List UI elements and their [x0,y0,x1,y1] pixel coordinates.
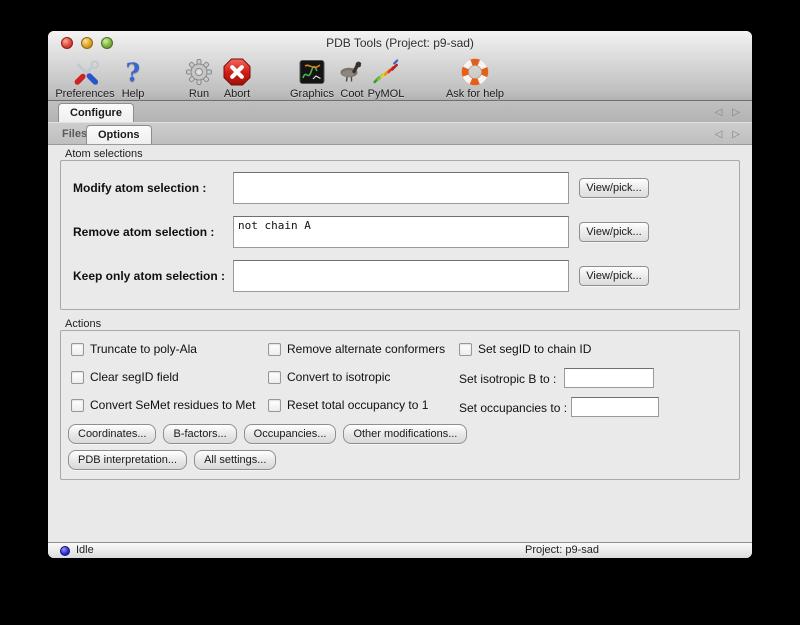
convert-semet-checkbox[interactable] [71,399,84,412]
window-title: PDB Tools (Project: p9-sad) [48,36,752,50]
actions-group-label: Actions [65,318,101,330]
set-occupancies-label: Set occupancies to : [459,401,567,415]
toolbar-item-label: Ask for help [446,88,504,100]
pdb-interpretation-button[interactable]: PDB interpretation... [68,450,187,470]
preferences-tools-icon [70,56,100,87]
toolbar-item-label: Help [122,88,145,100]
checkbox-row: Convert SeMet residues to Met [71,398,255,412]
status-bar: Idle Project: p9-sad [48,542,752,558]
toolbar-item-label: Abort [224,88,250,100]
next-tab-arrow-icon[interactable]: ▷ [732,129,740,140]
keep-only-atom-selection-label: Keep only atom selection : [73,269,225,283]
keep-only-view-pick-button[interactable]: View/pick... [579,266,649,286]
tab-options[interactable]: Options [86,125,152,144]
checkbox-label: Truncate to poly-Ala [90,342,197,356]
remove-atom-selection-input[interactable]: not chain A [233,216,569,248]
tab-configure[interactable]: Configure [58,103,134,122]
options-tab-panel: Atom selections Modify atom selection : … [48,145,752,542]
atom-selections-group: Modify atom selection : View/pick... Rem… [60,160,740,310]
checkbox-label: Convert SeMet residues to Met [90,398,255,412]
pymol-button[interactable]: PyMOL [368,56,405,100]
modify-atom-selection-label: Modify atom selection : [73,181,206,195]
modify-view-pick-button[interactable]: View/pick... [579,178,649,198]
set-isotropic-b-input[interactable] [564,368,654,388]
other-modifications-button[interactable]: Other modifications... [343,424,467,444]
convert-to-isotropic-checkbox[interactable] [268,371,281,384]
checkbox-row: Reset total occupancy to 1 [268,398,428,412]
help-button[interactable]: ? Help [122,56,145,100]
help-question-icon: ? [126,56,141,87]
run-gear-icon [184,56,214,87]
all-settings-button[interactable]: All settings... [194,450,276,470]
reset-total-occupancy-checkbox[interactable] [268,399,281,412]
tab-nav-row1: ◁ ▷ [715,107,740,118]
coot-button[interactable]: Coot [337,56,367,100]
prev-tab-arrow-icon[interactable]: ◁ [715,107,723,118]
prev-tab-arrow-icon[interactable]: ◁ [715,129,723,140]
toolbar-item-label: PyMOL [368,88,405,100]
checkbox-label: Clear segID field [90,370,179,384]
run-button[interactable]: Run [184,56,214,100]
checkbox-label: Set segID to chain ID [478,342,591,356]
pdb-tools-window: PDB Tools (Project: p9-sad) Preferences … [48,31,752,558]
abort-button[interactable]: Abort [222,56,252,100]
coot-bird-icon [337,56,367,87]
graphics-icon [297,56,327,87]
project-label: Project: p9-sad [525,544,599,556]
toolbar-item-label: Preferences [55,88,114,100]
remove-view-pick-button[interactable]: View/pick... [579,222,649,242]
ask-for-help-lifebuoy-icon [460,56,490,87]
actions-group: Truncate to poly-Ala Clear segID field C… [60,330,740,480]
checkbox-label: Convert to isotropic [287,370,390,384]
occupancies-button[interactable]: Occupancies... [244,424,337,444]
status-led-icon [60,546,70,556]
toolbar-item-label: Coot [340,88,363,100]
set-isotropic-b-label: Set isotropic B to : [459,372,556,386]
truncate-poly-ala-checkbox[interactable] [71,343,84,356]
files-options-tab-bar: Files Options ◁ ▷ [48,123,752,145]
preferences-button[interactable]: Preferences [55,56,114,100]
toolbar-item-label: Run [189,88,209,100]
keep-only-atom-selection-input[interactable] [233,260,569,292]
tab-nav-row2: ◁ ▷ [715,129,740,140]
b-factors-button[interactable]: B-factors... [163,424,236,444]
checkbox-label: Reset total occupancy to 1 [287,398,428,412]
next-tab-arrow-icon[interactable]: ▷ [732,107,740,118]
checkbox-row: Clear segID field [71,370,179,384]
checkbox-row: Truncate to poly-Ala [71,342,197,356]
configure-tab-bar: Configure ◁ ▷ [48,101,752,123]
atom-selections-group-label: Atom selections [65,148,143,160]
set-occupancies-input[interactable] [571,397,659,417]
coordinates-button[interactable]: Coordinates... [68,424,156,444]
graphics-button[interactable]: Graphics [290,56,334,100]
clear-segid-field-checkbox[interactable] [71,371,84,384]
desktop-background: { "window_title": "PDB Tools (Project: p… [0,0,800,625]
tab-files[interactable]: Files [62,128,87,140]
toolbar-item-label: Graphics [290,88,334,100]
checkbox-row: Remove alternate conformers [268,342,445,356]
pymol-ribbon-icon [371,56,401,87]
actions-button-row-2: PDB interpretation... All settings... [68,450,276,470]
checkbox-label: Remove alternate conformers [287,342,445,356]
remove-atom-selection-label: Remove atom selection : [73,225,214,239]
remove-alternate-conformers-checkbox[interactable] [268,343,281,356]
checkbox-row: Convert to isotropic [268,370,390,384]
set-segid-to-chain-id-checkbox[interactable] [459,343,472,356]
status-text: Idle [76,544,94,556]
ask-for-help-button[interactable]: Ask for help [446,56,504,100]
title-bar[interactable]: PDB Tools (Project: p9-sad) Preferences … [48,31,752,101]
modify-atom-selection-input[interactable] [233,172,569,204]
checkbox-row: Set segID to chain ID [459,342,591,356]
actions-button-row-1: Coordinates... B-factors... Occupancies.… [68,424,467,444]
abort-stop-icon [222,56,252,87]
